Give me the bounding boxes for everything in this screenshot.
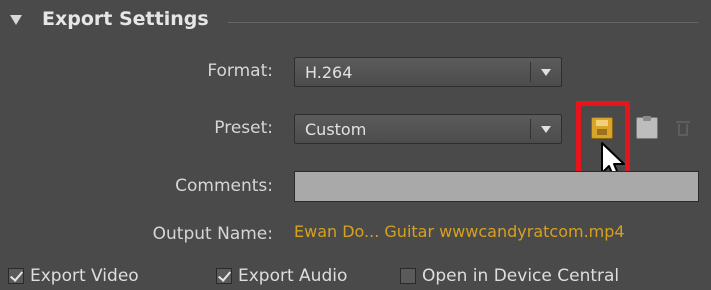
export-settings-panel: Export Settings Format: H.264 Preset: Cu… [0, 0, 711, 290]
comments-field[interactable] [294, 171, 699, 202]
import-preset-icon[interactable] [636, 116, 658, 139]
dropdown-separator [530, 62, 531, 82]
checkbox-box[interactable] [216, 268, 232, 284]
dropdown-separator [530, 119, 531, 139]
preset-value: Custom [305, 120, 367, 139]
section-header[interactable]: Export Settings [0, 0, 711, 44]
format-dropdown[interactable]: H.264 [294, 57, 562, 87]
output-name-link[interactable]: Ewan Do... Guitar wwwcandyratcom.mp4 [294, 222, 625, 241]
export-audio-checkbox[interactable]: Export Audio [216, 265, 347, 287]
format-label: Format: [207, 61, 273, 81]
trash-lid [676, 121, 690, 123]
section-divider [228, 22, 698, 23]
clipboard-clip [643, 116, 651, 121]
open-device-central-checkbox[interactable]: Open in Device Central [400, 265, 619, 287]
chevron-down-icon [541, 126, 551, 133]
trash-body [678, 124, 688, 136]
delete-preset-icon[interactable] [672, 117, 694, 139]
preset-label: Preset: [214, 118, 273, 138]
export-video-checkbox[interactable]: Export Video [8, 265, 139, 287]
collapse-triangle-icon[interactable] [10, 15, 22, 25]
export-audio-label: Export Audio [238, 266, 348, 286]
format-value: H.264 [305, 63, 353, 82]
comments-label: Comments: [175, 176, 273, 196]
export-video-label: Export Video [30, 266, 139, 286]
section-title: Export Settings [42, 8, 209, 30]
open-device-central-label: Open in Device Central [422, 266, 620, 286]
chevron-down-icon [541, 69, 551, 76]
checkbox-box[interactable] [8, 268, 24, 284]
checkbox-box[interactable] [400, 268, 416, 284]
preset-dropdown[interactable]: Custom [294, 114, 562, 144]
output-name-label: Output Name: [152, 224, 273, 244]
